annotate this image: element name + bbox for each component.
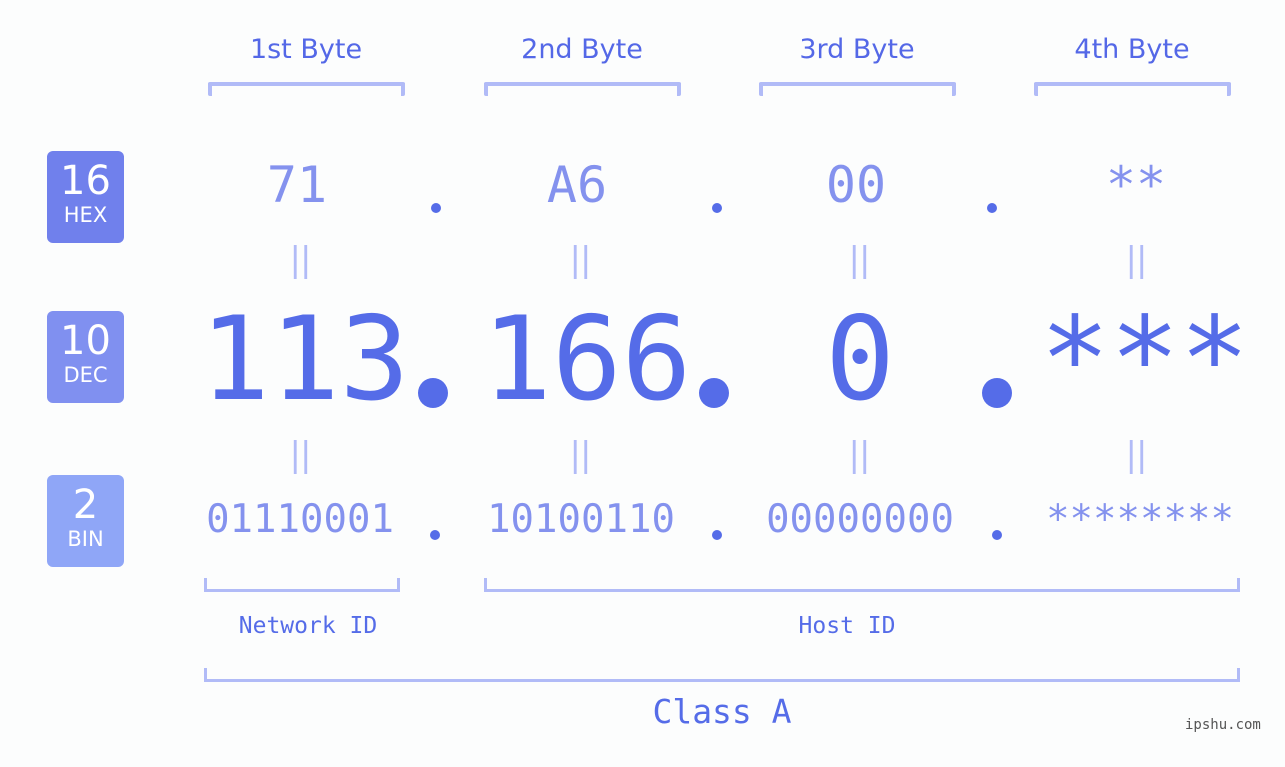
class-label: Class A (652, 692, 792, 731)
host-id-bracket (484, 578, 1240, 592)
hex-dot-2 (712, 203, 722, 213)
dec-dot-3 (982, 378, 1012, 408)
bin-dot-1 (430, 530, 440, 540)
dec-dot-2 (699, 378, 729, 408)
hex-byte-4: ** (1105, 156, 1167, 214)
hex-badge-label: HEX (63, 203, 108, 227)
equals-icon: || (1125, 240, 1148, 280)
bin-badge-label: BIN (67, 527, 104, 551)
dec-badge-base: 10 (60, 318, 111, 364)
byte-header-1: 1st Byte (249, 34, 363, 65)
network-id-bracket (204, 578, 400, 592)
dec-byte-3: 0 (825, 292, 895, 427)
bin-byte-3: 00000000 (766, 497, 954, 542)
equals-icon: || (569, 240, 592, 280)
hex-byte-3: 00 (825, 156, 887, 214)
equals-icon: || (1125, 435, 1148, 475)
watermark: ipshu.com (1185, 717, 1261, 733)
bin-badge: 2 BIN (47, 475, 124, 567)
hex-dot-1 (431, 203, 441, 213)
class-bracket (204, 668, 1240, 682)
host-id-label: Host ID (798, 613, 896, 639)
hex-badge-base: 16 (60, 158, 111, 204)
bin-dot-3 (992, 530, 1002, 540)
hex-byte-1: 71 (266, 156, 328, 214)
equals-icon: || (569, 435, 592, 475)
byte-bracket-2 (484, 82, 681, 96)
dec-byte-2: 166 (482, 292, 692, 427)
bin-byte-2: 10100110 (487, 497, 675, 542)
dec-badge-label: DEC (63, 363, 108, 387)
byte-header-4: 4th Byte (1074, 34, 1190, 65)
dec-byte-1: 113 (200, 292, 410, 427)
equals-icon: || (848, 435, 871, 475)
bin-dot-2 (712, 530, 722, 540)
equals-icon: || (289, 240, 312, 280)
byte-header-2: 2nd Byte (521, 34, 643, 65)
bin-byte-4: ******** (1046, 497, 1234, 542)
byte-bracket-3 (759, 82, 956, 96)
byte-bracket-4 (1034, 82, 1231, 96)
equals-icon: || (289, 435, 312, 475)
bin-badge-base: 2 (72, 482, 99, 528)
dec-byte-4: *** (1040, 292, 1250, 427)
hex-byte-2: A6 (546, 156, 608, 214)
network-id-label: Network ID (238, 613, 378, 639)
dec-dot-1 (418, 378, 448, 408)
dec-badge: 10 DEC (47, 311, 124, 403)
byte-header-3: 3rd Byte (799, 34, 915, 65)
byte-bracket-1 (208, 82, 405, 96)
hex-badge: 16 HEX (47, 151, 124, 243)
equals-icon: || (848, 240, 871, 280)
bin-byte-1: 01110001 (206, 497, 394, 542)
hex-dot-3 (987, 203, 997, 213)
